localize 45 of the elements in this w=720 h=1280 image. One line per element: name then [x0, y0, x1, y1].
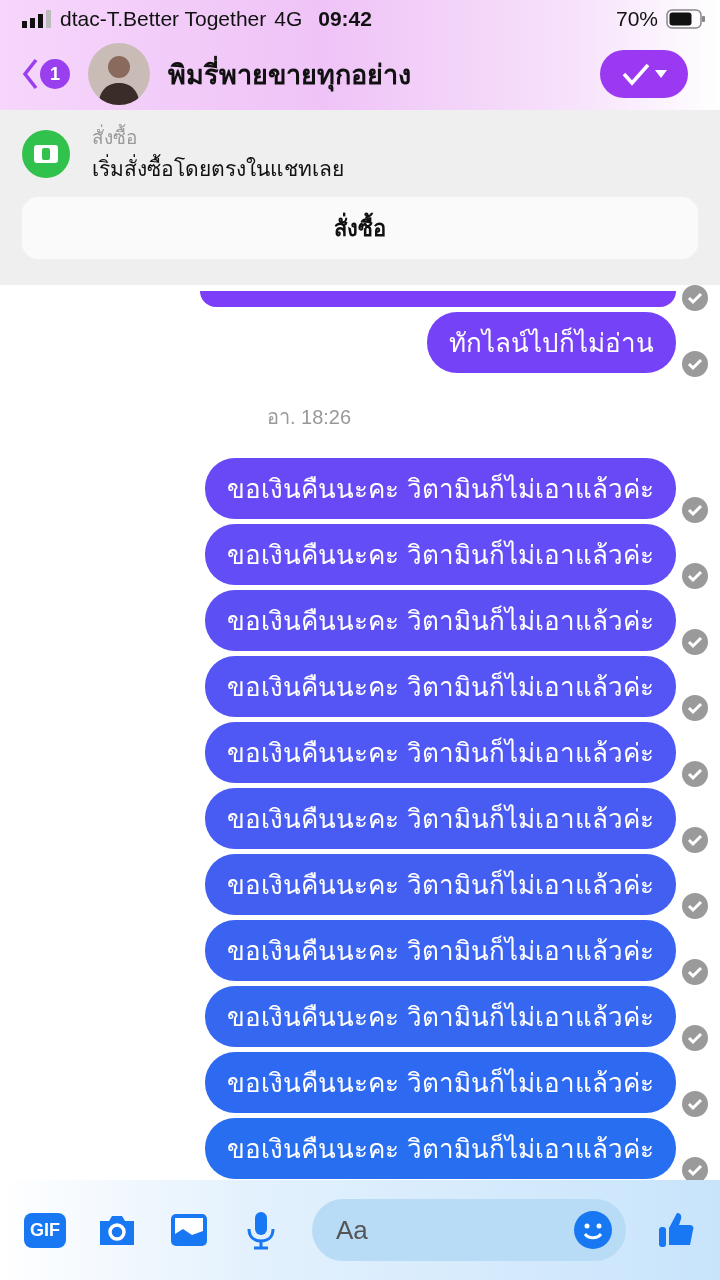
message-bubble: ขอเงินคืนนะคะ วิตามินก็ไม่เอาแล้วค่ะ: [204, 1118, 676, 1179]
read-check-icon: [682, 695, 708, 721]
money-icon: [22, 129, 70, 178]
status-button[interactable]: [600, 50, 688, 98]
battery-icon: [666, 9, 706, 29]
clock-time: 09:42: [318, 7, 372, 31]
message-bubble: ขอเงินคืนนะคะ วิตามินก็ไม่เอาแล้วค่ะ: [204, 458, 676, 519]
message-bubble: ขอเงินคืนนะคะ วิตามินก็ไม่เอาแล้วค่ะ: [204, 524, 676, 585]
read-check-icon: [682, 351, 708, 377]
banner-label: สั่งซื้อ: [92, 123, 138, 150]
unread-badge: 1: [40, 59, 70, 89]
chat-title: พิมรี่พายขายทุกอย่าง: [168, 55, 412, 94]
message-bubble: ขอเงินคืนนะคะ วิตามินก็ไม่เอาแล้วค่ะ: [204, 656, 676, 717]
timestamp: อา. 18:26: [266, 405, 352, 430]
read-check-icon: [682, 959, 708, 985]
message-bubble: ขอเงินคืนนะคะ วิตามินก็ไม่เอาแล้วค่ะ: [204, 722, 676, 783]
message-bubble: ขอเงินคืนนะคะ วิตามินก็ไม่เอาแล้วค่ะ: [204, 788, 676, 849]
carrier-name: dtac-T.Better Together: [60, 7, 267, 31]
message-field[interactable]: Aa: [312, 1199, 626, 1261]
message-bubble: ขอเงินคืนนะคะ วิตามินก็ไม่เอาแล้วค่ะ: [204, 986, 676, 1047]
order-button[interactable]: สั่งซื้อ: [22, 197, 698, 259]
read-check-icon: [682, 893, 708, 919]
read-check-icon: [682, 827, 708, 853]
emoji-icon[interactable]: [572, 1209, 614, 1251]
read-check-icon: [682, 629, 708, 655]
message-bubble: ขอเงินคืนนะคะ วิตามินก็ไม่เอาแล้วค่ะ: [204, 590, 676, 651]
battery-percent: 70%: [615, 7, 658, 31]
message-bubble: ขอเงินคืนนะคะ วิตามินก็ไม่เอาแล้วค่ะ: [204, 920, 676, 981]
signal-icon: [22, 10, 52, 28]
message-bubble: ทักไลน์ไปก็ไม่อ่าน: [427, 312, 676, 373]
back-icon[interactable]: [22, 58, 38, 90]
message-bubble: ขอเงินคืนนะคะ วิตามินก็ไม่เอาแล้วค่ะ: [204, 854, 676, 915]
read-check-icon: [682, 1157, 708, 1180]
gif-button[interactable]: GIF: [24, 1212, 66, 1248]
caret-icon: [655, 70, 667, 78]
read-check-icon: [682, 1025, 708, 1051]
read-check-icon: [682, 1091, 708, 1117]
read-check-icon: [682, 497, 708, 523]
read-check-icon: [682, 563, 708, 589]
read-check-icon: [682, 761, 708, 787]
banner-text: เริ่มสั่งซื้อโดยตรงในแชทเลย: [92, 152, 344, 185]
read-check-icon: [682, 285, 708, 311]
check-icon: [621, 62, 651, 86]
message-bubble: ขอเงินคืนนะคะ วิตามินก็ไม่เอาแล้วค่ะ: [204, 1052, 676, 1113]
network-type: 4G: [274, 7, 303, 31]
